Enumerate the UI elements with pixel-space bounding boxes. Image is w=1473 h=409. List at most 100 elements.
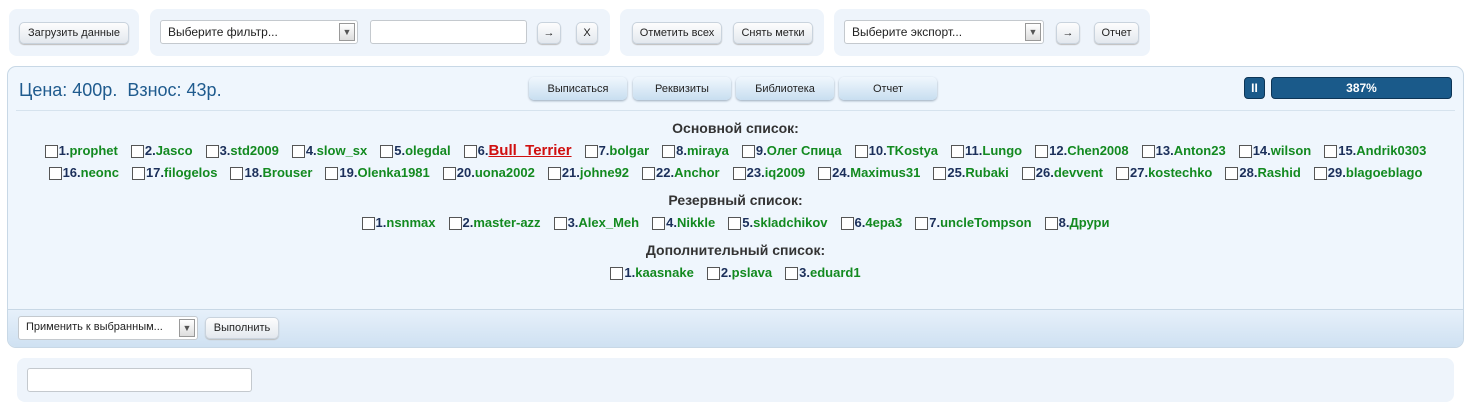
- checkbox[interactable]: [1324, 144, 1338, 158]
- player-name-link[interactable]: Anchor: [674, 162, 720, 184]
- checkbox[interactable]: [785, 266, 799, 280]
- checkbox[interactable]: [1021, 166, 1035, 180]
- player-name-link[interactable]: TKostya: [887, 140, 938, 162]
- unsubscribe-button[interactable]: Выписаться: [529, 77, 627, 100]
- player-name-link[interactable]: eduard1: [810, 262, 861, 284]
- player-name-link[interactable]: uncleTompson: [940, 212, 1031, 234]
- list-item[interactable]: 29. blagoeblago: [1313, 162, 1422, 184]
- list-item[interactable]: 5. olegdal: [380, 140, 451, 162]
- checkbox[interactable]: [854, 144, 868, 158]
- checkbox[interactable]: [818, 166, 832, 180]
- checkbox[interactable]: [1141, 144, 1155, 158]
- list-item[interactable]: 16. neonc: [48, 162, 119, 184]
- mark-all-button[interactable]: Отметить всех: [632, 22, 722, 44]
- checkbox[interactable]: [933, 166, 947, 180]
- player-name-link[interactable]: prophet: [69, 140, 117, 162]
- player-name-link[interactable]: uona2002: [475, 162, 535, 184]
- list-item[interactable]: 2. master-azz: [448, 212, 541, 234]
- report-button[interactable]: Отчет: [1094, 22, 1139, 44]
- player-name-link[interactable]: neonc: [81, 162, 119, 184]
- player-name-link[interactable]: olegdal: [405, 140, 451, 162]
- checkbox[interactable]: [230, 166, 244, 180]
- list-item[interactable]: 1. nsnmax: [361, 212, 436, 234]
- action-select[interactable]: Применить к выбранным... ▼: [18, 316, 198, 340]
- checkbox[interactable]: [741, 144, 755, 158]
- player-name-link[interactable]: filogelos: [164, 162, 217, 184]
- checkbox[interactable]: [325, 166, 339, 180]
- player-name-link[interactable]: Rubaki: [965, 162, 1008, 184]
- player-name-link[interactable]: 4epa3: [865, 212, 902, 234]
- list-item[interactable]: 13. Anton23: [1141, 140, 1226, 162]
- list-item[interactable]: 26. devvent: [1021, 162, 1103, 184]
- list-item[interactable]: 8. Друри: [1044, 212, 1109, 234]
- player-name-link[interactable]: iq2009: [765, 162, 805, 184]
- checkbox[interactable]: [728, 216, 742, 230]
- player-name-link[interactable]: Maximus31: [850, 162, 920, 184]
- checkbox[interactable]: [44, 144, 58, 158]
- header-report-button[interactable]: Отчет: [839, 77, 937, 100]
- checkbox[interactable]: [662, 144, 676, 158]
- checkbox[interactable]: [1238, 144, 1252, 158]
- list-item[interactable]: 5. skladchikov: [728, 212, 828, 234]
- checkbox[interactable]: [706, 266, 720, 280]
- clear-filter-button[interactable]: X: [576, 22, 598, 44]
- player-name-link[interactable]: Jasco: [156, 140, 193, 162]
- list-item[interactable]: 21. johne92: [547, 162, 629, 184]
- player-name-link[interactable]: Друри: [1069, 212, 1109, 234]
- player-name-link[interactable]: kostechko: [1148, 162, 1212, 184]
- player-name-link[interactable]: bolgar: [609, 140, 649, 162]
- list-item[interactable]: 23. iq2009: [732, 162, 805, 184]
- player-name-link[interactable]: johne92: [580, 162, 629, 184]
- list-item[interactable]: 9. Олег Спица: [741, 140, 842, 162]
- list-item[interactable]: 2. Jasco: [130, 140, 193, 162]
- player-name-link[interactable]: skladchikov: [753, 212, 827, 234]
- execute-button[interactable]: Выполнить: [205, 317, 279, 339]
- player-name-link[interactable]: Chen2008: [1067, 140, 1128, 162]
- bottom-input[interactable]: [27, 368, 252, 392]
- list-item[interactable]: 12. Chen2008: [1035, 140, 1129, 162]
- checkbox[interactable]: [915, 216, 929, 230]
- checkbox[interactable]: [130, 144, 144, 158]
- list-item[interactable]: 27. kostechko: [1115, 162, 1212, 184]
- player-name-link[interactable]: Rashid: [1257, 162, 1300, 184]
- list-item[interactable]: 11. Lungo: [951, 140, 1022, 162]
- player-name-link[interactable]: Andrik0303: [1356, 140, 1426, 162]
- list-item[interactable]: 1. prophet: [44, 140, 118, 162]
- player-name-link[interactable]: Bull_Terrier: [488, 140, 571, 162]
- filter-value-input[interactable]: [370, 20, 527, 44]
- checkbox[interactable]: [48, 166, 62, 180]
- list-item[interactable]: 6. 4epa3: [840, 212, 902, 234]
- requisites-button[interactable]: Реквизиты: [633, 77, 731, 100]
- checkbox[interactable]: [463, 144, 477, 158]
- checkbox[interactable]: [448, 216, 462, 230]
- checkbox[interactable]: [1115, 166, 1129, 180]
- checkbox[interactable]: [380, 144, 394, 158]
- player-name-link[interactable]: wilson: [1271, 140, 1311, 162]
- list-item[interactable]: 2. pslava: [706, 262, 772, 284]
- player-name-link[interactable]: std2009: [230, 140, 278, 162]
- checkbox[interactable]: [1313, 166, 1327, 180]
- checkbox[interactable]: [547, 166, 561, 180]
- player-name-link[interactable]: devvent: [1054, 162, 1103, 184]
- load-data-button[interactable]: Загрузить данные: [19, 22, 129, 44]
- checkbox[interactable]: [442, 166, 456, 180]
- list-item[interactable]: 22. Anchor: [642, 162, 720, 184]
- checkbox[interactable]: [205, 144, 219, 158]
- unmark-button[interactable]: Снять метки: [733, 22, 813, 44]
- checkbox[interactable]: [553, 216, 567, 230]
- checkbox[interactable]: [732, 166, 746, 180]
- export-select[interactable]: Выберите экспорт... ▼: [844, 20, 1044, 44]
- player-name-link[interactable]: master-azz: [473, 212, 540, 234]
- checkbox[interactable]: [610, 266, 624, 280]
- player-name-link[interactable]: Olenka1981: [357, 162, 429, 184]
- player-name-link[interactable]: Anton23: [1174, 140, 1226, 162]
- list-item[interactable]: 4. slow_sx: [291, 140, 367, 162]
- list-item[interactable]: 7. bolgar: [584, 140, 649, 162]
- player-name-link[interactable]: Nikkle: [677, 212, 715, 234]
- library-button[interactable]: Библиотека: [736, 77, 834, 100]
- list-item[interactable]: 25. Rubaki: [933, 162, 1009, 184]
- list-item[interactable]: 19. Olenka1981: [325, 162, 430, 184]
- list-item[interactable]: 3. std2009: [205, 140, 279, 162]
- checkbox[interactable]: [652, 216, 666, 230]
- list-item[interactable]: 28. Rashid: [1225, 162, 1301, 184]
